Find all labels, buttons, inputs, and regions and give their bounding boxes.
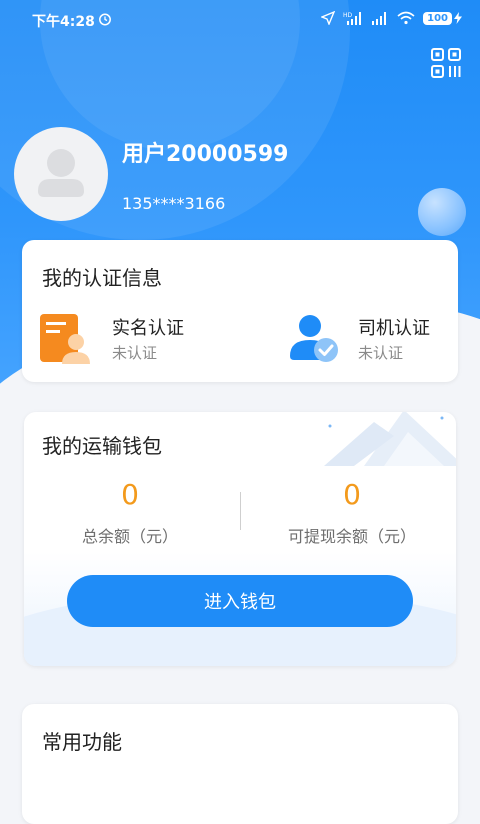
alarm-clock-icon <box>99 13 111 26</box>
network-label: HD <box>343 12 353 19</box>
cert-status: 未认证 <box>358 344 404 362</box>
enter-wallet-button[interactable]: 进入钱包 <box>67 575 413 627</box>
status-icons: HD 100 <box>321 11 462 25</box>
status-time: 下午4:28 <box>32 14 95 30</box>
username: 用户20000599 <box>122 142 289 167</box>
signal-icon <box>372 12 387 25</box>
total-balance-value: 0 <box>121 478 139 511</box>
withdrawable-balance: 0 可提现余额（元） <box>244 478 456 547</box>
certification-card: 我的认证信息 实名认证 未认证 司机认证 未认证 <box>22 240 458 382</box>
battery-level: 100 <box>423 11 452 25</box>
battery-indicator: 100 <box>423 11 462 25</box>
signal-hd-icon: HD <box>343 12 362 25</box>
functions-title: 常用功能 <box>42 730 122 754</box>
charging-bolt-icon <box>454 12 462 24</box>
decor-bubble <box>418 188 466 236</box>
cert-status: 未认证 <box>112 344 158 362</box>
phone-number: 135****3166 <box>122 194 226 213</box>
transport-wallet-card: 我的运输钱包 0 总余额（元） 0 可提现余额（元） 进入钱包 <box>24 412 456 666</box>
wifi-icon <box>397 11 415 25</box>
avatar[interactable] <box>14 127 108 221</box>
id-card-icon <box>40 314 90 364</box>
qr-code-icon[interactable] <box>430 47 462 79</box>
wallet-title: 我的运输钱包 <box>42 434 162 458</box>
withdrawable-balance-value: 0 <box>343 478 361 511</box>
driver-verified-icon <box>290 315 338 362</box>
default-user-icon <box>38 149 84 197</box>
withdrawable-balance-label: 可提现余额（元） <box>287 527 416 546</box>
mountain-decoration <box>324 412 456 466</box>
cert-label: 实名认证 <box>112 318 184 339</box>
common-functions-card: 常用功能 <box>22 704 458 824</box>
certification-title: 我的认证信息 <box>42 266 162 290</box>
real-name-certification[interactable]: 实名认证 未认证 <box>38 302 238 370</box>
status-bar: 下午4:28 HD 100 <box>0 0 480 40</box>
driver-certification[interactable]: 司机认证 未认证 <box>286 302 480 370</box>
location-arrow-icon <box>321 11 336 25</box>
balance-divider <box>240 492 241 530</box>
total-balance: 0 总余额（元） <box>24 478 238 547</box>
cert-label: 司机认证 <box>358 318 430 339</box>
total-balance-label: 总余额（元） <box>81 527 178 546</box>
